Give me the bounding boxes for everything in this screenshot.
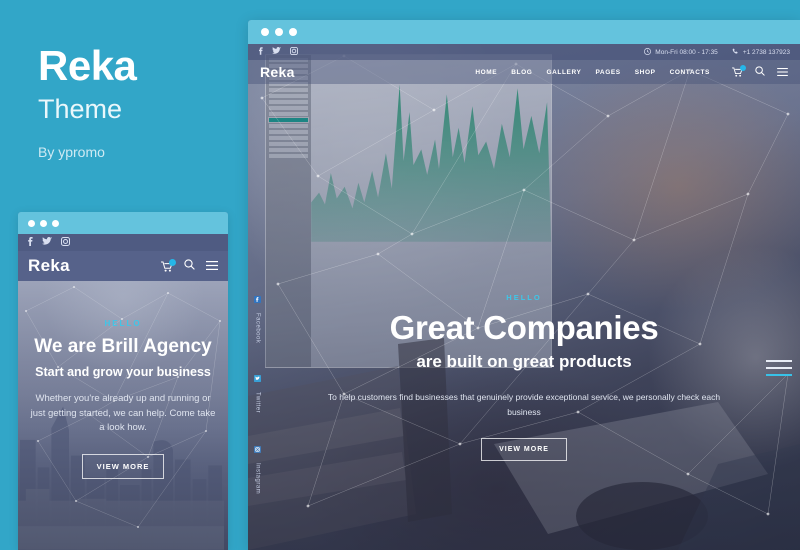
mobile-browser-chrome xyxy=(18,212,228,234)
nav-item-shop[interactable]: SHOP xyxy=(635,69,656,76)
desktop-topbar-contact: Mon-Fri 08:00 - 17:35 +1 2738 137923 xyxy=(644,47,790,57)
desktop-hero-title: Great Companies xyxy=(389,309,659,346)
mobile-view-more-button[interactable]: VIEW MORE xyxy=(81,454,165,480)
facebook-icon xyxy=(254,290,261,308)
facebook-icon[interactable] xyxy=(27,237,33,248)
window-dot-minimize[interactable] xyxy=(40,219,47,227)
mobile-social-links xyxy=(27,237,70,248)
desktop-social-links xyxy=(258,47,298,57)
theme-author: By ypromo xyxy=(38,144,105,161)
nav-item-gallery[interactable]: GALLERY xyxy=(546,69,581,76)
twitter-icon xyxy=(254,369,261,387)
nav-item-pages[interactable]: PAGES xyxy=(595,69,620,76)
cart-icon[interactable] xyxy=(732,65,746,77)
side-menu-toggle[interactable] xyxy=(766,360,792,376)
desktop-hero-subtitle: are built on great products xyxy=(416,352,632,372)
instagram-icon xyxy=(254,440,261,458)
rail-item-twitter[interactable]: Twitter xyxy=(254,369,261,414)
side-menu-bar xyxy=(766,360,792,362)
desktop-nav: HOME BLOG GALLERY PAGES SHOP CONTACTS xyxy=(475,69,710,76)
theme-preview-banner: Reka Theme By ypromo Reka HELLO We are B… xyxy=(0,0,800,550)
nav-item-home[interactable]: HOME xyxy=(475,69,497,76)
mobile-header-icons xyxy=(161,257,218,275)
cart-badge xyxy=(169,258,176,266)
search-icon[interactable] xyxy=(184,257,195,275)
phone-number-text: +1 2738 137923 xyxy=(742,48,790,56)
mobile-logo[interactable]: Reka xyxy=(28,256,70,276)
social-rail: Facebook Twitter Instagram xyxy=(254,290,261,494)
desktop-header: Reka HOME BLOG GALLERY PAGES SHOP CONTAC… xyxy=(248,60,800,84)
mobile-hero-subtitle: Start and grow your business xyxy=(35,364,211,379)
instagram-icon[interactable] xyxy=(290,47,298,57)
nav-item-blog[interactable]: BLOG xyxy=(511,69,532,76)
branding-panel: Reka Theme By ypromo xyxy=(38,42,238,161)
theme-name: Reka xyxy=(38,42,137,89)
side-menu-bar-accent xyxy=(766,374,792,376)
window-dot-minimize[interactable] xyxy=(275,28,283,36)
nav-item-contacts[interactable]: CONTACTS xyxy=(670,69,710,76)
theme-subtitle: Theme xyxy=(38,94,123,125)
window-dot-maximize[interactable] xyxy=(289,28,297,36)
search-icon[interactable] xyxy=(755,63,765,81)
business-hours-text: Mon-Fri 08:00 - 17:35 xyxy=(655,48,718,56)
desktop-topbar: Mon-Fri 08:00 - 17:35 +1 2738 137923 xyxy=(248,44,800,60)
desktop-header-icons xyxy=(732,63,788,81)
desktop-hero-text: To help customers find businesses that g… xyxy=(327,392,721,418)
desktop-hero-eyebrow: HELLO xyxy=(506,293,542,302)
rail-label-twitter: Twitter xyxy=(254,392,261,414)
rail-item-instagram[interactable]: Instagram xyxy=(254,440,261,494)
rail-item-facebook[interactable]: Facebook xyxy=(254,290,261,343)
instagram-icon[interactable] xyxy=(61,237,70,248)
twitter-icon[interactable] xyxy=(272,47,281,57)
window-dot-close[interactable] xyxy=(28,219,35,227)
menu-icon[interactable] xyxy=(206,257,218,275)
clock-icon xyxy=(644,47,652,57)
mobile-mockup: Reka HELLO We are Brill Agency Start and… xyxy=(18,212,228,550)
rail-label-facebook: Facebook xyxy=(254,313,261,344)
desktop-hero: Mon-Fri 08:00 - 17:35 +1 2738 137923 Rek… xyxy=(248,44,800,550)
phone-number[interactable]: +1 2738 137923 xyxy=(732,48,790,57)
menu-icon[interactable] xyxy=(777,63,788,81)
mobile-topbar xyxy=(18,234,228,251)
desktop-mockup: Mon-Fri 08:00 - 17:35 +1 2738 137923 Rek… xyxy=(248,20,800,550)
side-menu-bar xyxy=(766,367,792,369)
mobile-hero-title: We are Brill Agency xyxy=(34,336,212,357)
mobile-hero-eyebrow: HELLO xyxy=(104,319,142,328)
mobile-hero: HELLO We are Brill Agency Start and grow… xyxy=(18,281,228,550)
window-dot-close[interactable] xyxy=(261,28,269,36)
desktop-hero-content: HELLO Great Companies are built on great… xyxy=(248,44,800,462)
mobile-header: Reka xyxy=(18,251,228,281)
rail-label-instagram: Instagram xyxy=(254,462,261,494)
window-dot-maximize[interactable] xyxy=(52,219,59,227)
desktop-view-more-button[interactable]: VIEW MORE xyxy=(481,438,567,462)
desktop-logo[interactable]: Reka xyxy=(260,64,295,80)
twitter-icon[interactable] xyxy=(42,237,52,248)
cart-icon[interactable] xyxy=(161,258,176,272)
desktop-browser-chrome xyxy=(248,20,800,44)
business-hours: Mon-Fri 08:00 - 17:35 xyxy=(644,47,718,57)
mobile-hero-content: HELLO We are Brill Agency Start and grow… xyxy=(18,281,228,480)
phone-icon xyxy=(732,48,739,57)
mobile-hero-text: Whether you're already up and running or… xyxy=(30,392,216,434)
facebook-icon[interactable] xyxy=(258,47,263,57)
cart-badge xyxy=(740,65,746,71)
